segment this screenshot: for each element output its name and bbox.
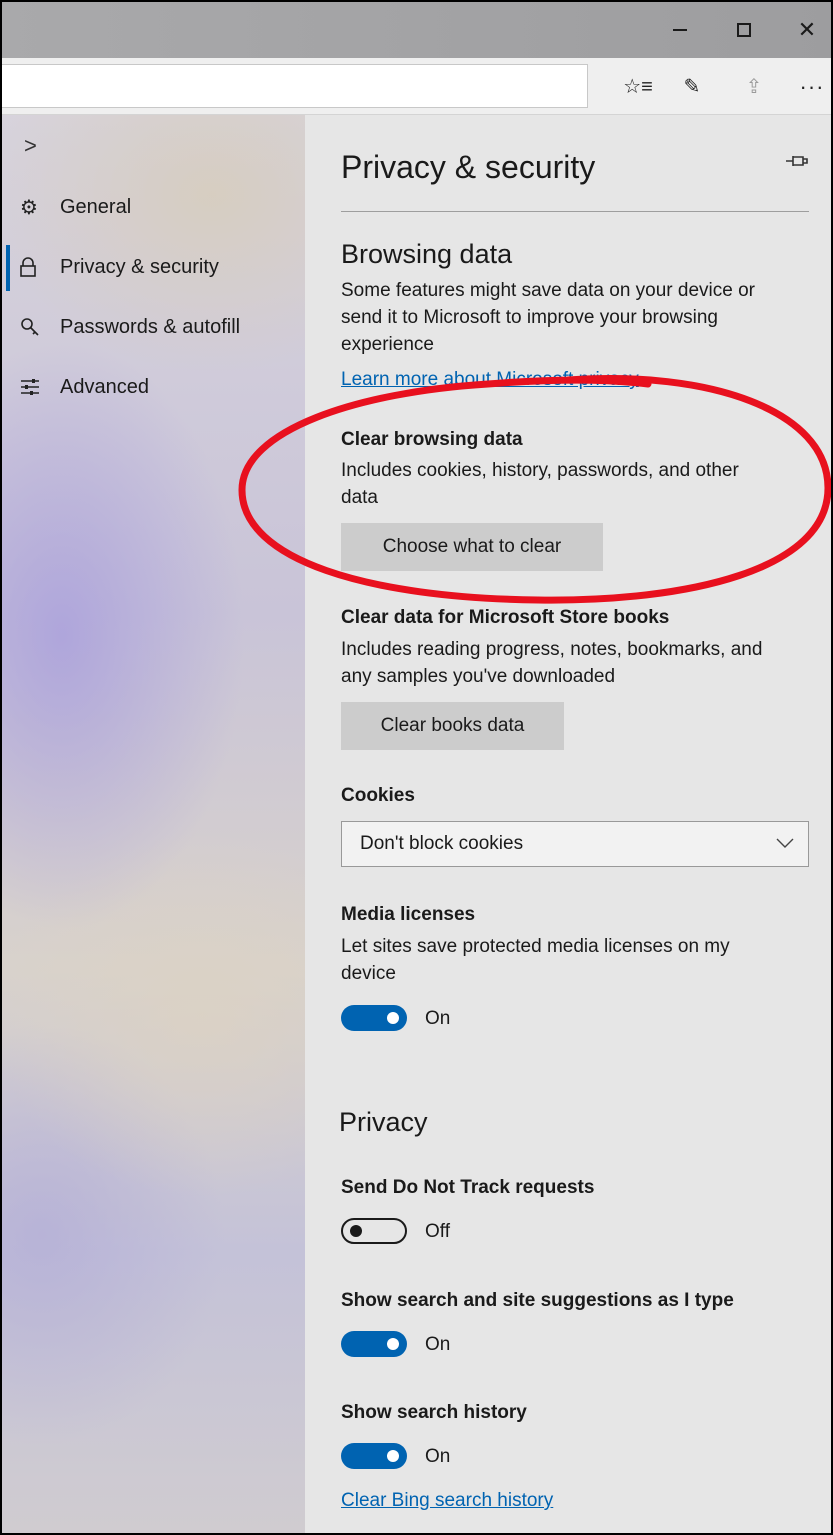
dnt-toggle[interactable] <box>341 1218 407 1244</box>
more-button[interactable]: ··· <box>790 58 831 115</box>
sidebar-item-privacy-security[interactable]: Privacy & security <box>2 237 305 297</box>
dnt-heading: Send Do Not Track requests <box>341 1177 595 1198</box>
search-history-heading: Show search history <box>341 1402 527 1423</box>
browsing-data-heading: Browsing data <box>341 239 513 269</box>
media-licenses-toggle[interactable] <box>341 1005 407 1031</box>
sidebar-item-advanced[interactable]: Advanced <box>2 357 305 417</box>
description-line: device <box>341 963 396 984</box>
ellipsis-icon: ··· <box>799 73 825 99</box>
learn-more-privacy-link[interactable]: Learn more about Microsoft privacy <box>341 369 639 391</box>
favorites-button[interactable]: ☆≡ <box>616 58 660 115</box>
description-line: Let sites save protected media licenses … <box>341 936 730 957</box>
sidebar-item-label: General <box>60 195 132 218</box>
settings-sidebar: > ⚙ General Privacy & security Passwords… <box>2 115 305 1533</box>
clear-books-data-button[interactable]: Clear books data <box>341 702 564 750</box>
search-history-toggle[interactable] <box>341 1443 407 1469</box>
gear-icon: ⚙ <box>20 196 38 219</box>
clear-bing-history-link[interactable]: Clear Bing search history <box>341 1490 553 1512</box>
cookies-dropdown[interactable]: Don't block cookies <box>341 821 809 867</box>
key-icon <box>20 317 60 337</box>
pin-icon <box>785 153 809 173</box>
sidebar-item-label: Advanced <box>60 375 149 398</box>
settings-panel: Privacy & security Browsing data Some fe… <box>305 115 831 1533</box>
lock-icon <box>20 257 60 277</box>
browser-toolbar: ☆≡ ✎ ⇪ ··· <box>2 58 831 115</box>
search-history-state: On <box>425 1446 451 1467</box>
cookies-heading: Cookies <box>341 785 415 806</box>
description-line: send it to Microsoft to improve your bro… <box>341 307 718 328</box>
browser-window: ✕ ☆≡ ✎ ⇪ ··· > ⚙ General Privacy & secur… <box>0 0 833 1535</box>
close-icon: ✕ <box>797 17 817 42</box>
search-suggestions-state: On <box>425 1334 451 1355</box>
privacy-heading: Privacy <box>339 1107 428 1137</box>
description-line: any samples you've downloaded <box>341 666 616 687</box>
description-line: data <box>341 487 378 508</box>
maximize-button[interactable] <box>716 2 772 58</box>
description-line: Includes reading progress, notes, bookma… <box>341 639 763 660</box>
sliders-icon <box>20 378 60 396</box>
pen-icon: ✎ <box>683 76 701 98</box>
clear-browsing-description: Includes cookies, history, passwords, an… <box>341 457 821 511</box>
share-button[interactable]: ⇪ <box>732 58 776 115</box>
sidebar-item-passwords-autofill[interactable]: Passwords & autofill <box>2 297 305 357</box>
toggle-knob <box>387 1012 399 1024</box>
chevron-down-icon <box>776 830 794 853</box>
media-licenses-heading: Media licenses <box>341 904 476 925</box>
sidebar-item-label: Privacy & security <box>60 255 219 278</box>
collapse-chevron-icon[interactable]: > <box>24 133 37 159</box>
media-licenses-state: On <box>425 1008 451 1029</box>
close-button[interactable]: ✕ <box>779 2 831 58</box>
pin-button[interactable] <box>785 153 809 174</box>
media-licenses-description: Let sites save protected media licenses … <box>341 933 821 987</box>
title-divider <box>341 211 809 212</box>
minimize-icon <box>673 29 687 31</box>
description-line: Some features might save data on your de… <box>341 280 756 301</box>
title-bar: ✕ <box>2 2 831 58</box>
minimize-button[interactable] <box>652 2 708 58</box>
toggle-knob <box>387 1450 399 1462</box>
address-bar[interactable] <box>2 64 588 108</box>
choose-what-to-clear-button[interactable]: Choose what to clear <box>341 523 603 571</box>
favorites-star-icon: ☆≡ <box>623 76 653 98</box>
search-suggestions-toggle[interactable] <box>341 1331 407 1357</box>
toggle-knob <box>387 1338 399 1350</box>
maximize-icon <box>737 23 751 37</box>
dnt-state: Off <box>425 1221 450 1242</box>
description-line: experience <box>341 334 434 355</box>
cookies-selected-value: Don't block cookies <box>360 833 524 854</box>
toggle-knob <box>350 1225 362 1237</box>
clear-books-description: Includes reading progress, notes, bookma… <box>341 636 821 690</box>
page-title: Privacy & security <box>341 149 596 185</box>
sidebar-item-general[interactable]: ⚙ General <box>2 177 305 237</box>
browsing-data-description: Some features might save data on your de… <box>341 277 821 358</box>
share-icon: ⇪ <box>745 76 763 98</box>
sidebar-item-label: Passwords & autofill <box>60 315 241 338</box>
search-suggestions-heading: Show search and site suggestions as I ty… <box>341 1290 734 1311</box>
clear-browsing-data-heading: Clear browsing data <box>341 429 523 450</box>
clear-books-heading: Clear data for Microsoft Store books <box>341 607 670 628</box>
description-line: Includes cookies, history, passwords, an… <box>341 460 739 481</box>
web-note-button[interactable]: ✎ <box>670 58 714 115</box>
